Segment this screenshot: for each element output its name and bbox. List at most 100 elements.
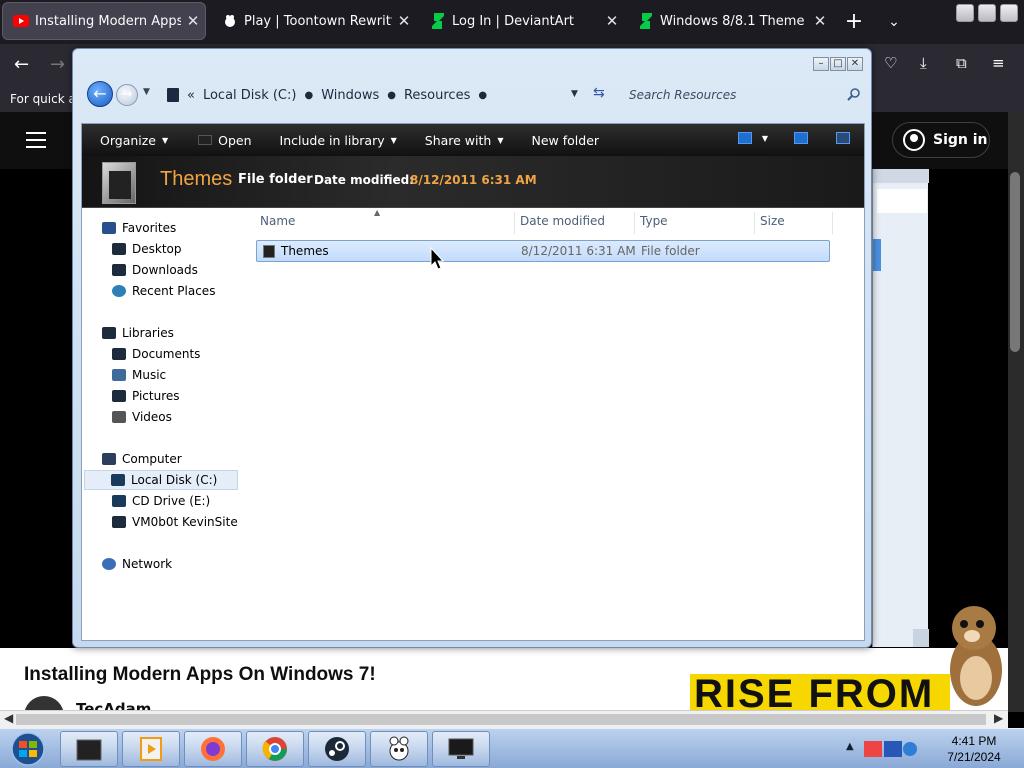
taskbar-app[interactable] xyxy=(432,731,490,767)
breadcrumb-separator[interactable]: ● xyxy=(478,90,487,101)
nav-local-disk[interactable]: Local Disk (C:) xyxy=(84,470,238,490)
monitor-icon xyxy=(448,738,474,759)
close-button[interactable]: ✕ xyxy=(847,57,863,71)
nav-documents[interactable]: Documents xyxy=(112,344,200,364)
restore-button[interactable] xyxy=(978,4,996,22)
chevron-down-icon[interactable]: ▼ xyxy=(762,134,768,143)
open-button[interactable]: Open xyxy=(198,132,252,148)
close-window-button[interactable] xyxy=(1000,4,1018,22)
back-arrow-icon[interactable]: ← xyxy=(14,54,29,75)
nav-label: CD Drive (E:) xyxy=(132,494,211,508)
new-tab-button[interactable]: + xyxy=(842,8,866,36)
column-size[interactable]: Size xyxy=(760,214,785,228)
nav-libraries[interactable]: Libraries xyxy=(102,323,174,343)
search-icon[interactable] xyxy=(847,87,861,101)
help-icon[interactable] xyxy=(836,132,850,144)
taskbar: ▲ 4:41 PM 7/21/2024 xyxy=(0,728,1024,768)
nav-network-share[interactable]: VM0b0t KevinSite xyxy=(112,512,238,532)
tray-icons[interactable] xyxy=(862,735,918,763)
nav-music[interactable]: Music xyxy=(112,365,166,385)
chevron-down-icon: ▼ xyxy=(497,135,504,145)
address-bar[interactable]: « Local Disk (C:) ● Windows ● Resources … xyxy=(157,82,617,108)
close-tab-icon[interactable]: ✕ xyxy=(808,12,832,30)
clock-date: 7/21/2024 xyxy=(947,750,1001,764)
hamburger-menu-icon[interactable] xyxy=(26,132,46,153)
selected-item-name: Themes xyxy=(160,168,233,190)
ad-banner[interactable]: RISE FROM xyxy=(690,674,950,714)
page-scrollbar[interactable] xyxy=(1008,112,1024,712)
minimize-button[interactable] xyxy=(956,4,974,22)
mouse-cursor-icon xyxy=(430,247,445,270)
explorer-nav-bar: ← → ▼ « Local Disk (C:) ● Windows ● Reso… xyxy=(85,79,865,111)
table-row[interactable]: Themes 8/12/2011 6:31 AM File folder xyxy=(256,240,830,262)
breadcrumb-windows[interactable]: Windows xyxy=(321,88,379,103)
pocket-icon[interactable]: ♡ xyxy=(884,54,897,72)
scroll-left-icon[interactable]: ◀ xyxy=(4,711,13,725)
breadcrumb-separator[interactable]: ● xyxy=(304,90,313,101)
tab-list-button[interactable]: ⌄ xyxy=(882,8,906,36)
nav-network[interactable]: Network xyxy=(102,554,172,574)
nav-cd-drive[interactable]: CD Drive (E:) xyxy=(112,491,210,511)
breadcrumb-overflow-icon[interactable]: « xyxy=(187,88,195,103)
taskbar-firefox[interactable] xyxy=(184,731,242,767)
column-date-modified[interactable]: Date modified xyxy=(520,214,605,228)
youtube-icon xyxy=(13,13,29,29)
preview-pane-icon[interactable] xyxy=(794,132,808,144)
extensions-icon[interactable]: ⧉ xyxy=(956,54,967,72)
breadcrumb-resources[interactable]: Resources xyxy=(404,88,470,103)
download-icon[interactable]: ⤓ xyxy=(920,54,927,72)
system-clock[interactable]: 4:41 PM 7/21/2024 xyxy=(936,733,1012,765)
deviantart-icon xyxy=(430,13,446,29)
change-view-icon[interactable] xyxy=(737,132,752,144)
new-folder-button[interactable]: New folder xyxy=(532,133,600,148)
sign-in-button[interactable]: Sign in xyxy=(892,122,990,158)
scroll-right-icon[interactable]: ▶ xyxy=(994,711,1003,725)
maximize-button[interactable]: □ xyxy=(830,57,846,71)
breadcrumb-local-disk[interactable]: Local Disk (C:) xyxy=(203,88,296,103)
breadcrumb-separator[interactable]: ● xyxy=(387,90,396,101)
video-inner-screenshot xyxy=(872,169,929,647)
close-tab-icon[interactable]: ✕ xyxy=(392,12,416,30)
taskbar-media-player[interactable] xyxy=(122,731,180,767)
network-drive-icon xyxy=(112,516,126,528)
start-button[interactable] xyxy=(2,731,54,767)
address-dropdown-icon[interactable]: ▼ xyxy=(571,89,578,99)
firefox-icon xyxy=(201,737,225,761)
column-name[interactable]: Name xyxy=(260,214,295,228)
new-folder-label: New folder xyxy=(531,132,600,148)
recent-pages-icon[interactable]: ▼ xyxy=(143,87,150,97)
tab-youtube[interactable]: Installing Modern Apps On W ✕ xyxy=(2,2,206,40)
browser-tab-bar: Installing Modern Apps On W ✕ Play | Too… xyxy=(0,0,1024,44)
nav-pictures[interactable]: Pictures xyxy=(112,386,180,406)
open-label: Open xyxy=(218,132,252,148)
taskbar-toontown[interactable] xyxy=(370,731,428,767)
forward-arrow-icon[interactable]: → xyxy=(50,54,65,75)
share-with-button[interactable]: Share with ▼ xyxy=(425,133,504,148)
tab-deviantart-theme[interactable]: Windows 8/8.1 Theme for W ✕ xyxy=(628,2,832,40)
taskbar-chrome[interactable] xyxy=(246,731,304,767)
nav-downloads[interactable]: Downloads xyxy=(112,260,198,280)
minimize-button[interactable]: – xyxy=(813,57,829,71)
show-hidden-icons[interactable]: ▲ xyxy=(846,741,854,752)
taskbar-explorer[interactable] xyxy=(60,731,118,767)
horizontal-scrollbar[interactable]: ◀ ▶ xyxy=(0,710,1008,728)
organize-button[interactable]: Organize ▼ xyxy=(100,133,168,148)
tab-toontown[interactable]: Play | Toontown Rewritten ✕ xyxy=(212,2,416,40)
nav-videos[interactable]: Videos xyxy=(112,407,172,427)
close-tab-icon[interactable]: ✕ xyxy=(181,12,205,30)
nav-desktop[interactable]: Desktop xyxy=(112,239,182,259)
explorer-body: Organize ▼ Open Include in library ▼ Sha… xyxy=(81,123,865,641)
column-type[interactable]: Type xyxy=(640,214,668,228)
close-tab-icon[interactable]: ✕ xyxy=(600,12,624,30)
nav-computer[interactable]: Computer xyxy=(102,449,182,469)
tab-deviantart-login[interactable]: Log In | DeviantArt ✕ xyxy=(420,2,624,40)
nav-favorites[interactable]: Favorites xyxy=(102,218,176,238)
menu-icon[interactable]: ≡ xyxy=(992,54,1005,72)
include-in-library-button[interactable]: Include in library ▼ xyxy=(280,133,397,148)
forward-button[interactable]: → xyxy=(116,84,138,106)
search-input[interactable]: Search Resources xyxy=(625,82,865,108)
back-button[interactable]: ← xyxy=(87,81,113,107)
refresh-icon[interactable]: ⇆ xyxy=(593,85,605,101)
taskbar-steam[interactable] xyxy=(308,731,366,767)
nav-recent-places[interactable]: Recent Places xyxy=(112,281,215,301)
